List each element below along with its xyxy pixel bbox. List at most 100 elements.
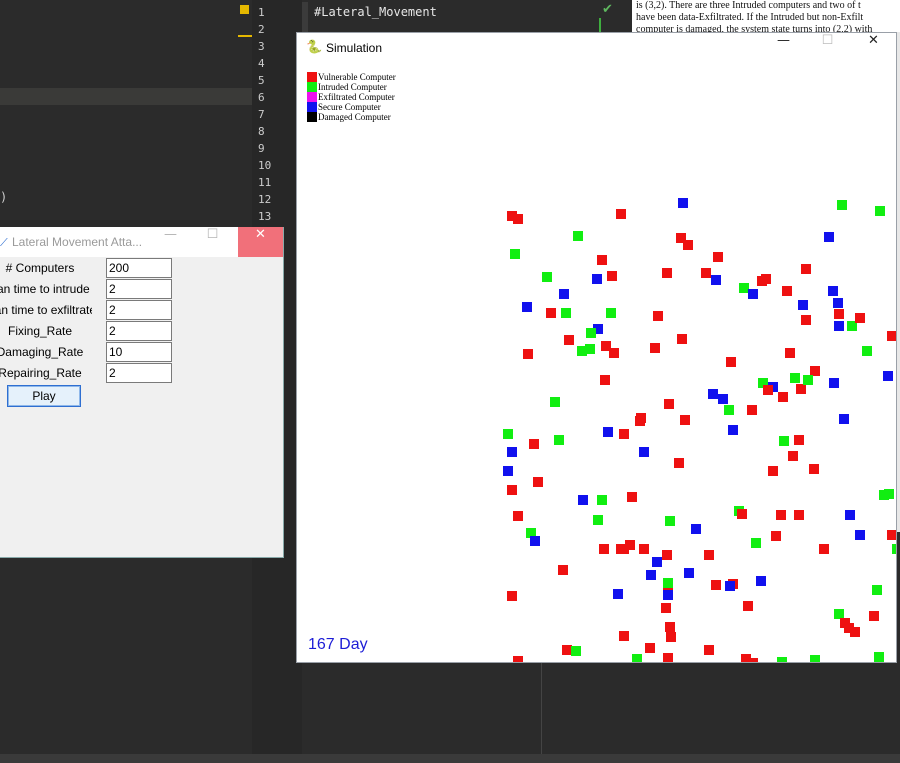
warning-marker-icon [240,5,249,14]
simulation-canvas[interactable]: Vulnerable Computer Intruded Computer Exfi… [297,63,896,662]
computer-secure [678,198,688,208]
computer-secure [503,466,513,476]
computer-vulnerable [704,550,714,560]
computer-intruded [503,429,513,439]
computer-vulnerable [768,466,778,476]
change-marker [599,18,601,32]
legend-item: Vulnerable Computer [307,72,396,82]
field-input[interactable] [106,300,172,320]
panel-divider [541,662,542,754]
computer-vulnerable [513,656,523,662]
computer-secure [833,298,843,308]
computer-vulnerable [653,311,663,321]
computer-secure [748,289,758,299]
computer-vulnerable [801,264,811,274]
computer-intruded [606,308,616,318]
computer-intruded [542,272,552,282]
simulation-titlebar[interactable]: 🐍 Simulation — ☐ ✕ [297,33,896,63]
line-number: 4 [258,57,265,70]
legend-label: Damaged Computer [318,112,391,122]
computer-secure [592,274,602,284]
line-number: 5 [258,74,265,87]
code-fragment: ) [0,190,8,204]
legend-label: Exfiltrated Computer [318,92,395,102]
computer-vulnerable [661,603,671,613]
minimize-button[interactable]: — [148,227,193,257]
current-line-highlight [0,88,252,105]
code-line-1[interactable]: #Lateral_Movement [314,5,437,19]
computer-secure [883,371,893,381]
computer-vulnerable [776,510,786,520]
computer-secure [613,589,623,599]
computer-secure [530,536,540,546]
computer-secure [663,590,673,600]
minimize-button[interactable]: — [761,33,806,63]
field-input[interactable] [106,279,172,299]
computer-secure [691,524,701,534]
field-input[interactable] [106,258,172,278]
computer-vulnerable [711,580,721,590]
close-button[interactable]: ✕ [238,227,283,257]
legend-label: Vulnerable Computer [318,72,396,82]
computer-intruded [892,544,896,554]
field-label: ean time to intrude [0,282,90,296]
computer-vulnerable [794,435,804,445]
line-number: 9 [258,142,265,155]
computer-vulnerable [726,357,736,367]
legend-label: Intruded Computer [318,82,387,92]
computer-vulnerable [819,544,829,554]
computer-secure [603,427,613,437]
computer-vulnerable [564,335,574,345]
computer-vulnerable [650,343,660,353]
computer-intruded [810,655,820,662]
computer-intruded [586,328,596,338]
computer-vulnerable [627,492,637,502]
parameters-window: ⟋ Lateral Movement Atta... — ☐ ✕ # Compu… [0,227,284,558]
fold-bar [302,2,308,32]
parameters-titlebar[interactable]: ⟋ Lateral Movement Atta... — ☐ ✕ [0,227,283,257]
legend-item: Secure Computer [307,102,396,112]
field-label: ean time to exfiltrate [0,303,92,317]
computer-secure [829,378,839,388]
document-preview: is (3,2). There are three Intruded compu… [632,0,900,32]
computer-secure [639,447,649,457]
play-button[interactable]: Play [7,385,81,407]
field-input[interactable] [106,342,172,362]
computer-intruded [597,495,607,505]
computer-vulnerable [796,384,806,394]
computer-intruded [665,516,675,526]
computer-secure [507,447,517,457]
computer-vulnerable [747,405,757,415]
computer-vulnerable [887,530,896,540]
computer-intruded [751,538,761,548]
close-button[interactable]: ✕ [851,33,896,63]
computer-vulnerable [645,643,655,653]
maximize-button[interactable]: ☐ [190,227,235,257]
field-input[interactable] [106,363,172,383]
line-number: 1 [258,6,265,19]
pygame-snake-icon: 🐍 [306,40,323,55]
computer-vulnerable [782,286,792,296]
computer-vulnerable [674,458,684,468]
doc-line: have been data-Exfiltrated. If the Intru… [636,12,864,23]
computer-vulnerable [855,313,865,323]
computer-vulnerable [683,240,693,250]
legend: Vulnerable Computer Intruded Computer Exfi… [307,72,396,122]
computer-vulnerable [662,268,672,278]
computer-vulnerable [869,611,879,621]
computer-vulnerable [794,510,804,520]
legend-swatch [307,72,317,82]
computer-vulnerable [763,385,773,395]
line-number: 2 [258,23,265,36]
computer-vulnerable [597,255,607,265]
computer-vulnerable [662,550,672,560]
legend-label: Secure Computer [318,102,381,112]
maximize-button[interactable]: ☐ [805,33,850,63]
doc-line: computer is damaged, the system state tu… [636,24,873,32]
simulation-window: 🐍 Simulation — ☐ ✕ Vulnerable Computer In… [296,32,897,663]
computer-vulnerable [635,416,645,426]
field-input[interactable] [106,321,172,341]
computer-intruded [593,515,603,525]
field-label: Repairing_Rate [0,366,82,380]
computer-vulnerable [665,622,675,632]
